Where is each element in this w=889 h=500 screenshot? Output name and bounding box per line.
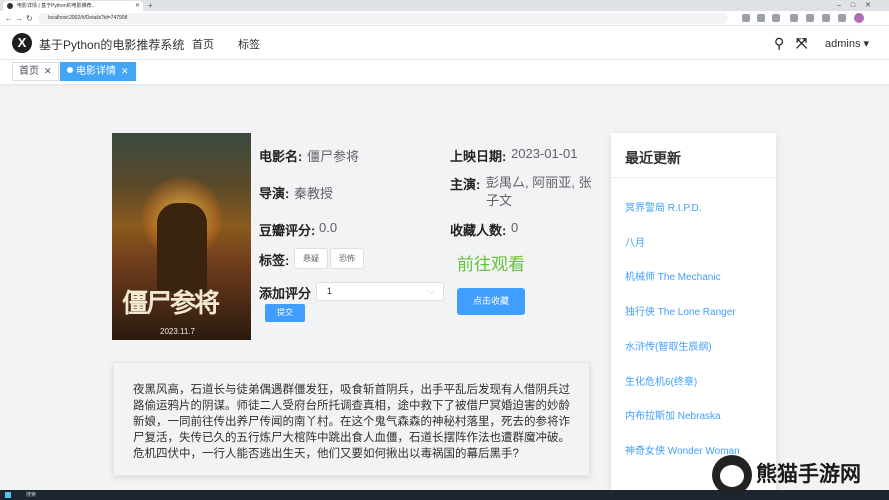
recent-item[interactable]: 水浒传(智取生辰纲)	[625, 338, 712, 353]
movie-name: 僵尸参将	[307, 149, 360, 164]
collect-button[interactable]: 点击收藏	[457, 288, 525, 315]
active-dot-icon	[67, 67, 73, 73]
actors: 彭禺厶, 阿丽亚, 张子文	[486, 175, 592, 208]
close-icon[interactable]: ✕	[44, 66, 52, 76]
url-field[interactable]: localhost:2002/#/Details?id=747908	[38, 13, 728, 24]
browser-tab-title: 电影详情 | 基于Python的电影推荐...	[17, 3, 96, 9]
fullscreen-icon[interactable]: ⤧	[796, 35, 807, 52]
release-date-label: 上映日期:	[450, 149, 507, 164]
recent-item[interactable]: 机械师 The Mechanic	[625, 268, 721, 283]
watermark: 熊猫手游网	[712, 455, 889, 495]
extension-icon[interactable]	[838, 14, 846, 22]
extension-icon[interactable]	[790, 14, 798, 22]
nav-home[interactable]: 首页	[192, 36, 214, 52]
tags-view-bar: 首页 ✕ 电影详情 ✕	[0, 60, 889, 84]
extension-icon[interactable]	[772, 14, 780, 22]
panda-logo-icon	[712, 455, 752, 495]
tags-view-label: 首页	[19, 66, 39, 77]
tab-favicon-icon	[7, 3, 13, 9]
recent-item[interactable]: 独行侠 The Lone Ranger	[625, 303, 736, 318]
recent-item[interactable]: 冥界警局 R.I.P.D.	[625, 199, 702, 214]
tags-view-label: 电影详情	[76, 66, 116, 77]
rating-value: 0.0	[319, 220, 338, 235]
chevron-down-icon: ⌵	[428, 286, 435, 296]
extension-icon[interactable]	[822, 14, 830, 22]
actors-label: 主演:	[450, 177, 481, 192]
rating-select[interactable]: 1 ⌵	[316, 282, 444, 301]
movie-description: 夜黑风高，石道长与徒弟偶遇群僵发狂，吸食斩首阴兵，出手平乱后发现有人借阴兵过路偷…	[113, 362, 590, 476]
divider	[611, 177, 776, 178]
movie-poster: 僵尸参将 2023.11.7	[112, 133, 251, 340]
tag-chip[interactable]: 悬疑	[294, 248, 328, 269]
tag-chip[interactable]: 恐怖	[330, 248, 364, 269]
recent-item[interactable]: 生化危机6(终章)	[625, 373, 697, 388]
new-tab-icon[interactable]: +	[148, 0, 153, 11]
poster-figure	[157, 203, 207, 293]
watch-link[interactable]: 前往观看	[457, 250, 525, 275]
favorite-count-label: 收藏人数:	[450, 223, 507, 238]
reload-icon[interactable]: ↻	[26, 13, 33, 24]
recent-item[interactable]: 内布拉斯加 Nebraska	[625, 407, 721, 422]
start-icon[interactable]	[5, 492, 11, 498]
rating-select-value: 1	[327, 286, 333, 296]
watermark-text: 熊猫手游网	[756, 463, 861, 486]
window-controls-icon[interactable]: –□✕	[837, 0, 881, 11]
movie-name-label: 电影名:	[259, 149, 303, 164]
recent-item[interactable]: 八月	[625, 234, 645, 249]
recent-updates-panel: 最近更新 冥界警局 R.I.P.D. 八月 机械师 The Mechanic 独…	[611, 133, 776, 500]
recent-updates-title: 最近更新	[625, 150, 681, 166]
tab-close-icon[interactable]: ✕	[135, 1, 140, 11]
tags-view-item-detail[interactable]: 电影详情 ✕	[60, 62, 136, 81]
app-header: X 基于Python的电影推荐系统 首页 标签 ⚲ ⤧ admins ▾	[0, 26, 889, 60]
submit-rating-button[interactable]: 提交	[265, 304, 305, 322]
search-icon[interactable]: ⚲	[774, 35, 784, 52]
director: 秦教授	[294, 186, 334, 201]
tags-label: 标签:	[259, 253, 290, 268]
close-icon[interactable]: ✕	[121, 66, 129, 76]
add-rating-label: 添加评分	[259, 286, 312, 301]
address-bar: ← → ↻ localhost:2002/#/Details?id=747908	[0, 11, 889, 26]
forward-icon[interactable]: →	[15, 13, 23, 24]
browser-tab[interactable]: 电影详情 | 基于Python的电影推荐... ✕	[3, 1, 143, 11]
user-menu[interactable]: admins ▾	[825, 37, 869, 50]
director-label: 导演:	[259, 186, 290, 201]
nav-tags[interactable]: 标签	[238, 36, 260, 52]
back-icon[interactable]: ←	[5, 13, 13, 24]
release-date: 2023-01-01	[511, 146, 578, 161]
extension-icon[interactable]	[757, 14, 765, 22]
site-title: 基于Python的电影推荐系统	[39, 38, 185, 52]
profile-avatar[interactable]	[854, 13, 864, 23]
tags-view-item-home[interactable]: 首页 ✕	[12, 62, 59, 81]
taskbar-search[interactable]: 搜索	[26, 491, 36, 499]
favorite-count: 0	[511, 220, 519, 235]
browser-tab-strip: 电影详情 | 基于Python的电影推荐... ✕ + –□✕	[0, 0, 889, 11]
poster-title: 僵尸参将	[122, 289, 220, 319]
logo-icon[interactable]: X	[12, 33, 32, 53]
poster-date: 2023.11.7	[160, 327, 195, 336]
extension-icon[interactable]	[806, 14, 814, 22]
rating-label: 豆瓣评分:	[259, 223, 316, 238]
extension-icon[interactable]	[742, 14, 750, 22]
